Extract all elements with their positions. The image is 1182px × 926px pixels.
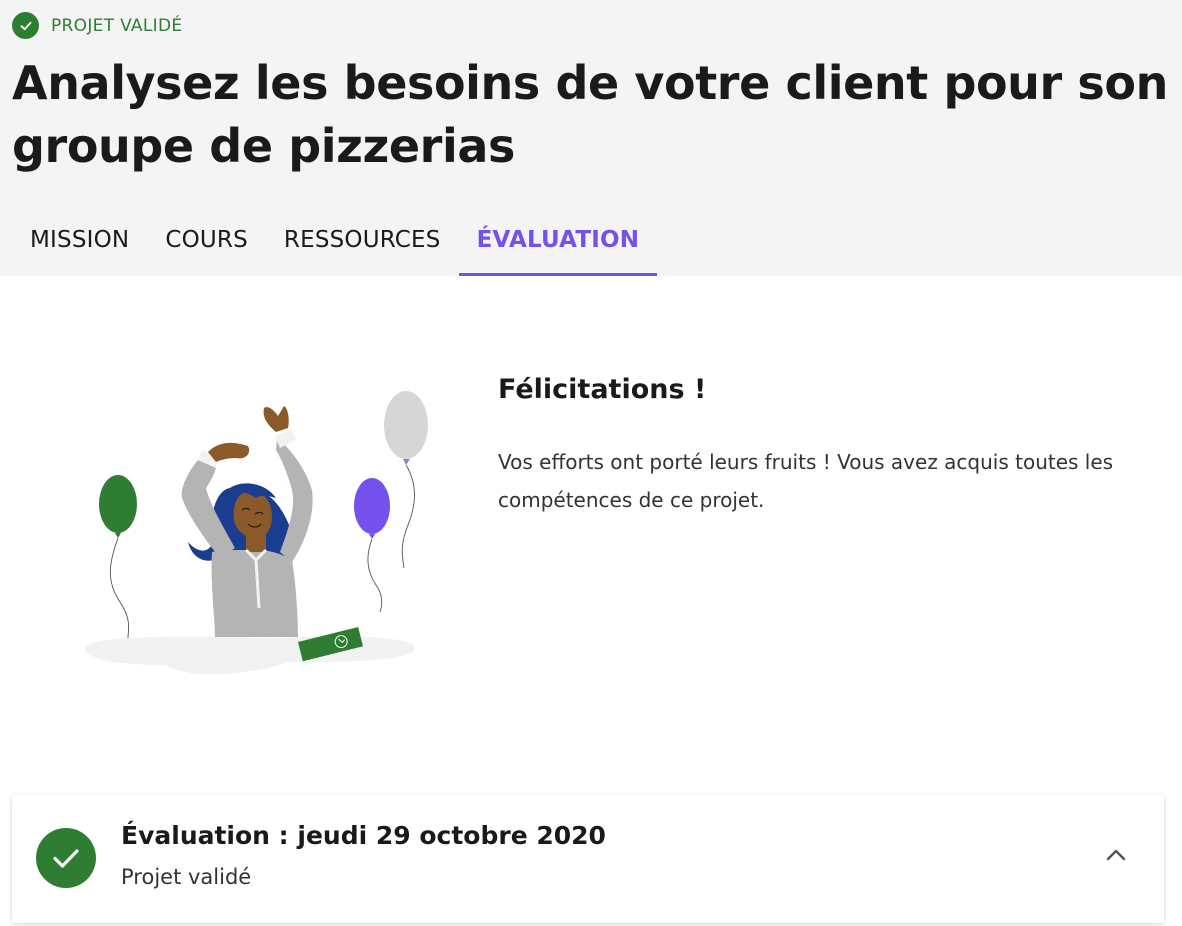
evaluation-title: Évaluation : jeudi 29 octobre 2020 [121, 821, 606, 850]
project-status: PROJET VALIDÉ [12, 12, 182, 39]
congratulations-text: Vos efforts ont porté leurs fruits ! Vou… [498, 450, 1114, 512]
congratulations-title: Félicitations ! [498, 374, 707, 405]
tab-ressources[interactable]: RESSOURCES [266, 204, 459, 276]
project-header: PROJET VALIDÉ Analysez les besoins de vo… [0, 0, 1182, 276]
check-circle-icon [36, 828, 96, 888]
check-icon [12, 12, 39, 39]
tab-cours[interactable]: COURS [147, 204, 266, 276]
evaluation-card[interactable]: Évaluation : jeudi 29 octobre 2020 Proje… [12, 795, 1164, 923]
page-title: Analysez les besoins de votre client pou… [12, 56, 1168, 173]
chevron-up-icon[interactable] [1104, 843, 1128, 867]
celebration-illustration [70, 380, 430, 690]
tab-mission[interactable]: MISSION [12, 204, 147, 276]
evaluation-status: Projet validé [121, 865, 252, 889]
status-label: PROJET VALIDÉ [51, 15, 183, 36]
tab-evaluation[interactable]: ÉVALUATION [458, 204, 658, 276]
project-tabs: MISSION COURS RESSOURCES ÉVALUATION [12, 204, 657, 276]
